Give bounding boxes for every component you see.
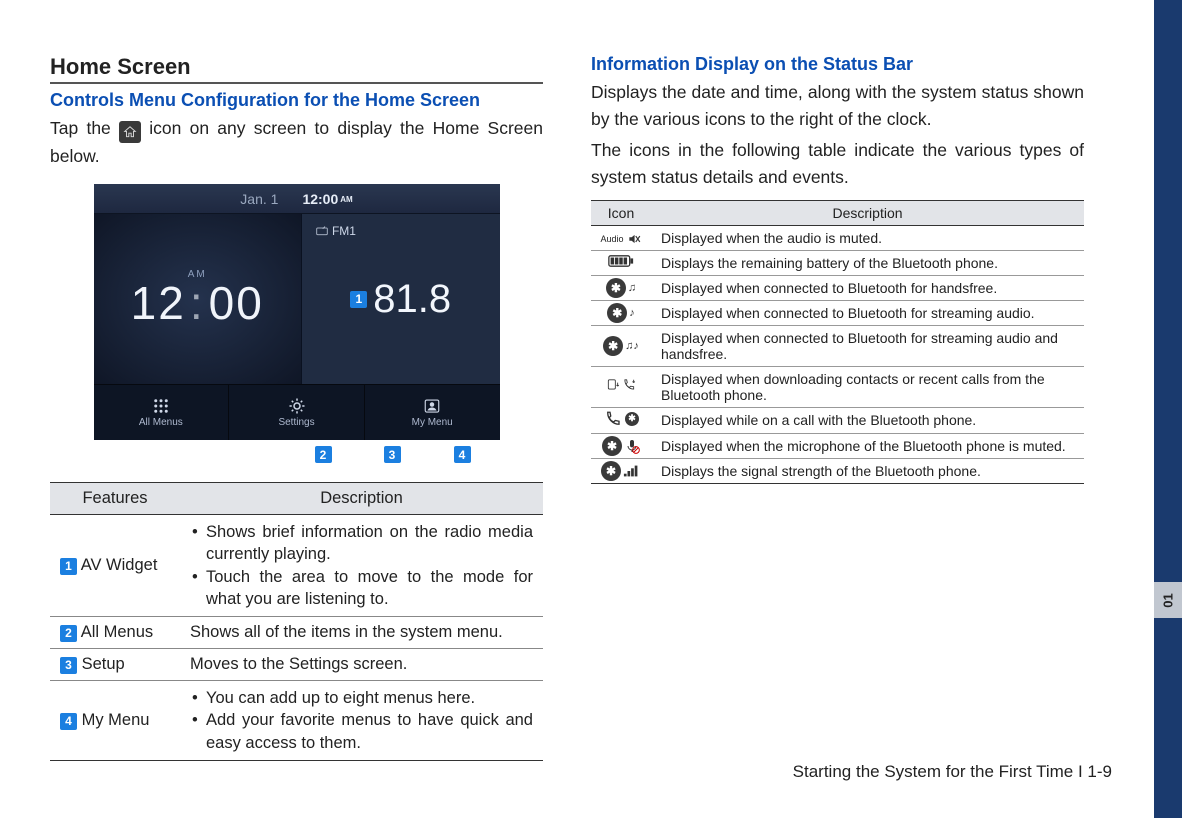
page-content: Home Screen Controls Menu Configuration … [0, 0, 1154, 801]
page-footer: Starting the System for the First Time I… [793, 762, 1112, 782]
feature-row-2: 2 All Menus Shows all of the items in th… [50, 617, 543, 649]
bluetooth-audio-icon: ✱♪ [607, 303, 635, 323]
icon-row-signal: ✱ Displays the signal strength of the Bl… [591, 458, 1084, 483]
icon-desc-1: Displays the remaining battery of the Bl… [651, 250, 1084, 275]
right-column: Information Display on the Status Bar Di… [591, 54, 1084, 761]
icon-row-bt-handsfree: ✱♫ Displayed when connected to Bluetooth… [591, 275, 1084, 300]
audio-mute-icon: Audio [600, 232, 641, 246]
shot-bottom-bar: All Menus Settings My Menu [94, 384, 500, 440]
icon-row-mic-mute: ✱ Displayed when the microphone of the B… [591, 433, 1084, 458]
icon-desc-4: Displayed when connected to Bluetooth fo… [651, 325, 1084, 366]
callout-1-badge: 1 [350, 291, 367, 308]
icons-th-icon: Icon [591, 200, 651, 225]
shot-settings: Settings [228, 385, 364, 440]
icon-desc-7: Displayed when the microphone of the Blu… [651, 433, 1084, 458]
bluetooth-both-icon: ✱♫♪ [603, 336, 639, 356]
feature-name-3: Setup [82, 655, 125, 673]
shot-callouts: 2 3 4 [94, 446, 500, 466]
shot-date: Jan. 1 [240, 191, 278, 207]
icons-th-desc: Description [651, 200, 1084, 225]
feature-1-bullet-2: Touch the area to move to the mode for w… [190, 566, 533, 611]
radio-icon [316, 226, 328, 236]
shot-av-widget: FM1 1 81.8 [302, 214, 500, 384]
feature-4-bullet-2: Add your favorite menus to have quick an… [190, 709, 533, 754]
signal-strength-icon: ✱ [601, 461, 641, 481]
home-screen-screenshot: Jan. 1 12:00AM AM 12:00 FM1 [94, 184, 500, 440]
gear-icon [288, 397, 306, 415]
badge-3: 3 [60, 657, 77, 674]
icon-row-downloading: Displayed when downloading contacts or r… [591, 366, 1084, 407]
chapter-tab: 01 [1154, 582, 1182, 618]
person-icon [423, 397, 441, 415]
intro-text: Tap the icon on any screen to display th… [50, 115, 543, 170]
shot-clock-big: 12:00 [131, 276, 264, 330]
feature-row-4: 4 My Menu You can add up to eight menus … [50, 681, 543, 761]
feature-4-bullet-1: You can add up to eight menus here. [190, 687, 533, 709]
callout-2-badge: 2 [315, 446, 332, 463]
battery-icon [608, 254, 634, 268]
side-tab: 01 [1154, 0, 1182, 818]
icon-desc-8: Displays the signal strength of the Blue… [651, 458, 1084, 483]
shot-frequency: 1 81.8 [350, 277, 451, 322]
features-th-description: Description [180, 483, 543, 515]
feature-name-4: My Menu [82, 711, 150, 729]
callout-4-badge: 4 [454, 446, 471, 463]
download-contacts-icon [606, 378, 636, 392]
feature-row-3: 3 Setup Moves to the Settings screen. [50, 649, 543, 681]
left-column: Home Screen Controls Menu Configuration … [50, 54, 543, 761]
features-th-features: Features [50, 483, 180, 515]
on-call-icon: ✱ [603, 410, 639, 428]
shot-clock-widget: AM 12:00 [94, 214, 302, 384]
icon-desc-3: Displayed when connected to Bluetooth fo… [651, 300, 1084, 325]
feature-row-1: 1 AV Widget Shows brief information on t… [50, 515, 543, 617]
status-para-1: Displays the date and time, along with t… [591, 79, 1084, 133]
feature-2-desc: Shows all of the items in the system men… [180, 617, 543, 649]
icons-table: Icon Description Audio Displayed when th… [591, 200, 1084, 484]
icon-row-bt-both: ✱♫♪ Displayed when connected to Bluetoot… [591, 325, 1084, 366]
icon-desc-0: Displayed when the audio is muted. [651, 225, 1084, 250]
icon-desc-5: Displayed when downloading contacts or r… [651, 366, 1084, 407]
shot-statusbar: Jan. 1 12:00AM [94, 184, 500, 214]
mic-mute-icon: ✱ [602, 436, 640, 456]
feature-3-desc: Moves to the Settings screen. [180, 649, 543, 681]
features-table: Features Description 1 AV Widget Shows b… [50, 482, 543, 761]
icon-row-battery: Displays the remaining battery of the Bl… [591, 250, 1084, 275]
callout-3-badge: 3 [384, 446, 401, 463]
icon-row-on-call: ✱ Displayed while on a call with the Blu… [591, 407, 1084, 433]
shot-my-menu: My Menu [364, 385, 500, 440]
grid-icon [152, 397, 170, 415]
badge-4: 4 [60, 713, 77, 730]
bluetooth-handsfree-icon: ✱♫ [606, 278, 636, 298]
shot-fm-label: FM1 [316, 224, 356, 238]
feature-name-2: All Menus [81, 623, 153, 641]
icon-desc-2: Displayed when connected to Bluetooth fo… [651, 275, 1084, 300]
section-title: Home Screen [50, 54, 543, 84]
status-para-2: The icons in the following table indicat… [591, 137, 1084, 191]
feature-name-1: AV Widget [81, 556, 158, 574]
shot-time: 12:00AM [302, 191, 352, 207]
shot-all-menus: All Menus [94, 385, 229, 440]
badge-1: 1 [60, 558, 77, 575]
icon-row-mute: Audio Displayed when the audio is muted. [591, 225, 1084, 250]
status-bar-title: Information Display on the Status Bar [591, 54, 1084, 75]
icon-row-bt-audio: ✱♪ Displayed when connected to Bluetooth… [591, 300, 1084, 325]
section-subtitle: Controls Menu Configuration for the Home… [50, 90, 543, 111]
feature-1-bullet-1: Shows brief information on the radio med… [190, 521, 533, 566]
intro-before: Tap the [50, 118, 119, 138]
badge-2: 2 [60, 625, 77, 642]
icon-desc-6: Displayed while on a call with the Bluet… [651, 407, 1084, 433]
home-icon [119, 121, 141, 143]
